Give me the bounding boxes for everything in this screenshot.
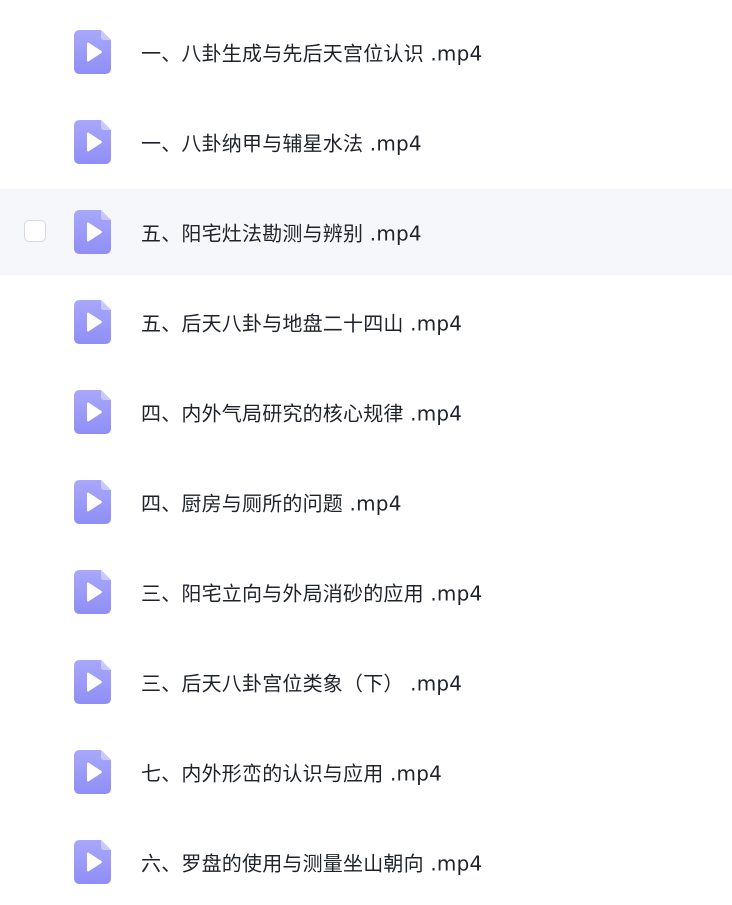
file-name: 三、阳宅立向与外局消砂的应用 .mp4 <box>141 581 483 606</box>
file-row[interactable]: 四、厨房与厕所的问题 .mp4 <box>0 459 732 545</box>
file-row[interactable]: 七、内外形峦的认识与应用 .mp4 <box>0 729 732 815</box>
video-file-icon <box>74 750 111 794</box>
file-name: 六、罗盘的使用与测量坐山朝向 .mp4 <box>141 851 483 876</box>
video-file-icon <box>74 30 111 74</box>
file-name: 五、后天八卦与地盘二十四山 .mp4 <box>141 311 463 336</box>
select-checkbox[interactable] <box>24 220 46 242</box>
file-name: 四、内外气局研究的核心规律 .mp4 <box>141 401 463 426</box>
video-file-icon <box>74 660 111 704</box>
file-name: 三、后天八卦宫位类象（下） .mp4 <box>141 671 463 696</box>
file-row[interactable]: 三、阳宅立向与外局消砂的应用 .mp4 <box>0 549 732 635</box>
video-file-icon <box>74 390 111 434</box>
file-row[interactable]: 五、后天八卦与地盘二十四山 .mp4 <box>0 279 732 365</box>
video-file-icon <box>74 300 111 344</box>
file-row[interactable]: 一、八卦生成与先后天宫位认识 .mp4 <box>0 9 732 95</box>
video-file-icon <box>74 570 111 614</box>
video-file-icon <box>74 480 111 524</box>
file-row[interactable]: 六、罗盘的使用与测量坐山朝向 .mp4 <box>0 819 732 905</box>
file-name: 一、八卦生成与先后天宫位认识 .mp4 <box>141 41 483 66</box>
file-name: 一、八卦纳甲与辅星水法 .mp4 <box>141 131 422 156</box>
video-file-icon <box>74 120 111 164</box>
file-list: 一、八卦生成与先后天宫位认识 .mp4 一、八卦纳甲与辅星水法 .mp4 五、阳… <box>0 0 732 897</box>
video-file-icon <box>74 840 111 884</box>
file-row[interactable]: 四、内外气局研究的核心规律 .mp4 <box>0 369 732 455</box>
file-name: 七、内外形峦的认识与应用 .mp4 <box>141 761 443 786</box>
file-row[interactable]: 一、八卦纳甲与辅星水法 .mp4 <box>0 99 732 185</box>
video-file-icon <box>74 210 111 254</box>
file-row[interactable]: 五、阳宅灶法勘测与辨别 .mp4 <box>0 189 732 275</box>
file-name: 五、阳宅灶法勘测与辨别 .mp4 <box>141 221 422 246</box>
file-name: 四、厨房与厕所的问题 .mp4 <box>141 491 402 516</box>
file-row[interactable]: 三、后天八卦宫位类象（下） .mp4 <box>0 639 732 725</box>
